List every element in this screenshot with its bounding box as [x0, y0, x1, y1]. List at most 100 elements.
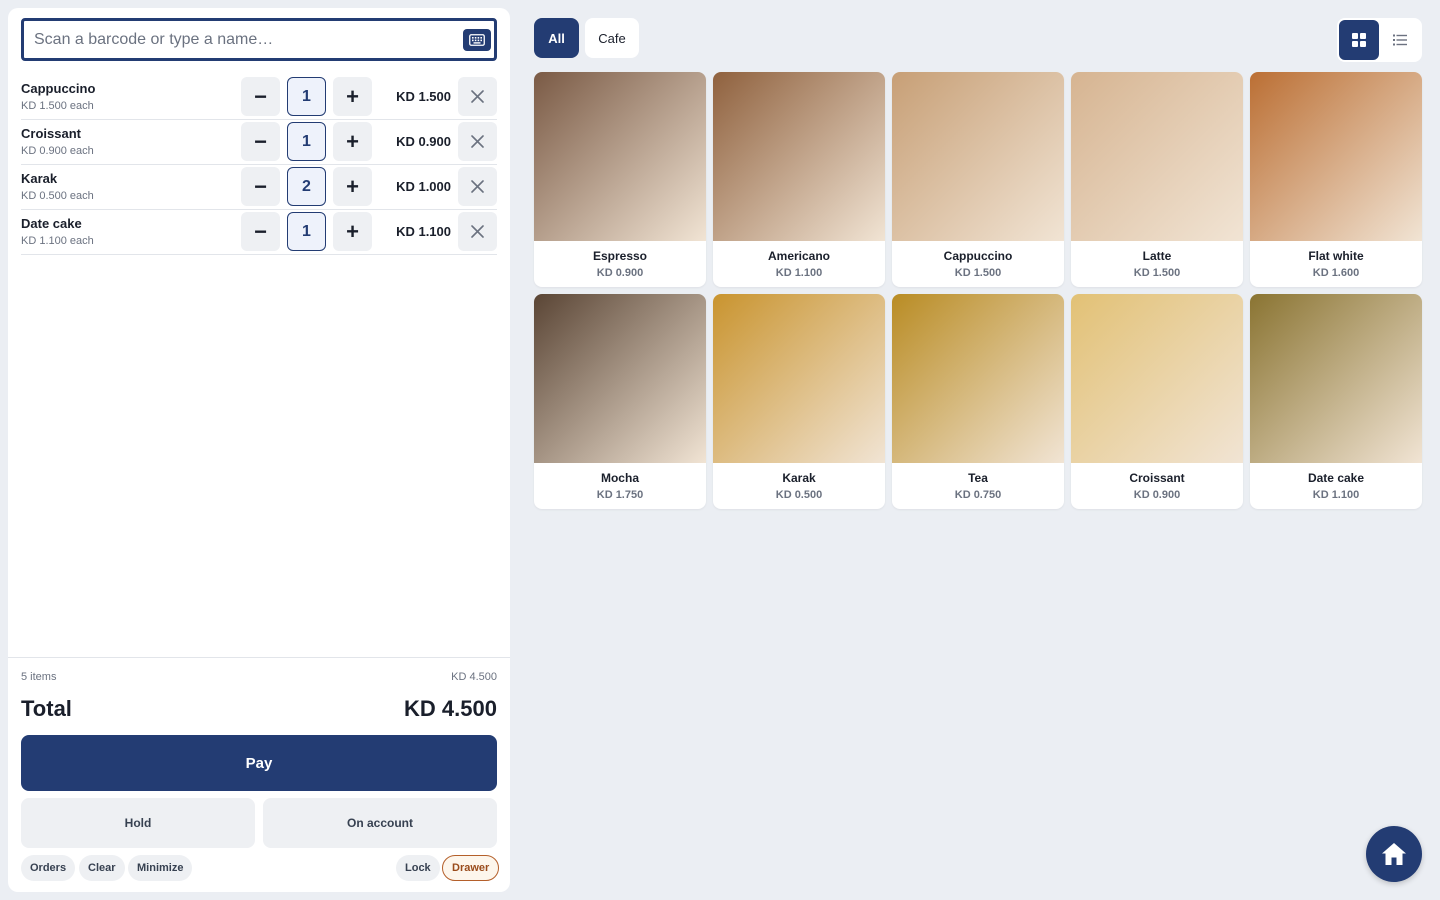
- qty-field[interactable]: 1: [287, 77, 326, 116]
- line-name: Croissant: [21, 126, 81, 141]
- cart-line: Karak KD 0.500 each − 2 + KD 1.000: [21, 165, 497, 210]
- cart-line: Cappuccino KD 1.500 each − 1 + KD 1.500: [21, 75, 497, 120]
- decrease-qty-button[interactable]: −: [241, 122, 280, 161]
- line-name: Cappuccino: [21, 81, 96, 96]
- qty-field[interactable]: 1: [287, 122, 326, 161]
- increase-qty-button[interactable]: +: [333, 77, 372, 116]
- product-name: Flat white: [1308, 249, 1364, 263]
- increase-qty-button[interactable]: +: [333, 167, 372, 206]
- category-tab-cafe[interactable]: Cafe: [585, 18, 639, 58]
- remove-line-button[interactable]: [458, 167, 497, 206]
- decrease-qty-button[interactable]: −: [241, 167, 280, 206]
- product-image: [1071, 72, 1243, 241]
- item-count: 5 items: [21, 671, 57, 683]
- category-tab-all[interactable]: All: [534, 18, 579, 58]
- cart-footer: 5 items KD 4.500 Total KD 4.500 Pay Hold…: [8, 657, 510, 892]
- product-price: KD 1.500: [954, 267, 1002, 279]
- line-total: KD 1.500: [396, 89, 451, 104]
- home-icon: [1382, 843, 1406, 865]
- decrease-qty-button[interactable]: −: [241, 77, 280, 116]
- total-value: KD 4.500: [404, 696, 497, 721]
- product-image: [1250, 294, 1422, 463]
- product-name: Tea: [968, 471, 988, 485]
- product-price: KD 0.750: [954, 489, 1002, 501]
- increase-qty-button[interactable]: +: [333, 122, 372, 161]
- product-image: [1071, 294, 1243, 463]
- close-icon: [471, 180, 484, 193]
- cart-panel: Cappuccino KD 1.500 each − 1 + KD 1.500 …: [8, 8, 510, 892]
- product-name: Cappuccino: [943, 249, 1013, 263]
- line-total: KD 1.100: [396, 224, 451, 239]
- hold-button[interactable]: Hold: [21, 798, 255, 848]
- keyboard-button[interactable]: [463, 29, 491, 51]
- cart-line: Croissant KD 0.900 each − 1 + KD 0.900: [21, 120, 497, 165]
- product-name: Croissant: [1129, 471, 1185, 485]
- line-name: Date cake: [21, 216, 82, 231]
- product-name: Latte: [1142, 249, 1172, 263]
- clear-button[interactable]: Clear: [79, 855, 125, 881]
- remove-line-button[interactable]: [458, 212, 497, 251]
- product-price: KD 1.100: [1312, 489, 1360, 501]
- decrease-qty-button[interactable]: −: [241, 212, 280, 251]
- product-image: [534, 294, 706, 463]
- product-image: [534, 72, 706, 241]
- line-unit-price: KD 0.900 each: [21, 145, 94, 157]
- product-name: Date cake: [1307, 471, 1365, 485]
- product-name: Karak: [782, 471, 816, 485]
- list-view-button[interactable]: [1380, 20, 1420, 60]
- on-account-button[interactable]: On account: [263, 798, 497, 848]
- increase-qty-button[interactable]: +: [333, 212, 372, 251]
- product-tile-date-cake[interactable]: Date cake KD 1.100: [1250, 294, 1422, 509]
- product-image: [713, 72, 885, 241]
- drawer-button[interactable]: Drawer: [442, 855, 500, 881]
- list-icon: [1393, 34, 1407, 46]
- product-price: KD 0.500: [775, 489, 823, 501]
- line-total: KD 1.000: [396, 179, 451, 194]
- minimize-button[interactable]: Minimize: [128, 855, 193, 881]
- product-image: [1250, 72, 1422, 241]
- product-price: KD 1.750: [596, 489, 644, 501]
- orders-button[interactable]: Orders: [21, 855, 76, 881]
- product-grid: Espresso KD 0.900 Americano KD 1.100 Cap…: [534, 72, 1422, 509]
- product-name: Americano: [767, 249, 831, 263]
- grid-icon: [1352, 33, 1366, 47]
- close-icon: [471, 90, 484, 103]
- line-unit-price: KD 0.500 each: [21, 190, 94, 202]
- line-unit-price: KD 1.100 each: [21, 235, 94, 247]
- remove-line-button[interactable]: [458, 77, 497, 116]
- product-price: KD 0.900: [1133, 489, 1181, 501]
- qty-field[interactable]: 2: [287, 167, 326, 206]
- product-tile-mocha[interactable]: Mocha KD 1.750: [534, 294, 706, 509]
- cart-line: Date cake KD 1.100 each − 1 + KD 1.100: [21, 210, 497, 255]
- pay-button[interactable]: Pay: [21, 735, 497, 791]
- keyboard-icon: [469, 34, 485, 46]
- total-label: Total: [21, 696, 72, 721]
- view-toggle: [1337, 18, 1422, 62]
- line-name: Karak: [21, 171, 58, 186]
- product-tile-karak[interactable]: Karak KD 0.500: [713, 294, 885, 509]
- close-icon: [471, 225, 484, 238]
- home-button[interactable]: [1366, 826, 1422, 882]
- lock-button[interactable]: Lock: [396, 855, 440, 881]
- product-tile-flat-white[interactable]: Flat white KD 1.600: [1250, 72, 1422, 287]
- product-tile-espresso[interactable]: Espresso KD 0.900: [534, 72, 706, 287]
- cart-lines: Cappuccino KD 1.500 each − 1 + KD 1.500 …: [21, 75, 497, 255]
- search-box: [21, 18, 497, 61]
- product-price: KD 1.500: [1133, 267, 1181, 279]
- qty-field[interactable]: 1: [287, 212, 326, 251]
- subtotal: KD 4.500: [451, 671, 497, 683]
- grid-view-button[interactable]: [1339, 20, 1379, 60]
- product-tile-americano[interactable]: Americano KD 1.100: [713, 72, 885, 287]
- product-tile-croissant[interactable]: Croissant KD 0.900: [1071, 294, 1243, 509]
- product-image: [892, 72, 1064, 241]
- line-total: KD 0.900: [396, 134, 451, 149]
- remove-line-button[interactable]: [458, 122, 497, 161]
- close-icon: [471, 135, 484, 148]
- product-price: KD 1.100: [775, 267, 823, 279]
- product-tile-latte[interactable]: Latte KD 1.500: [1071, 72, 1243, 287]
- search-input[interactable]: [34, 30, 454, 49]
- product-tile-cappuccino[interactable]: Cappuccino KD 1.500: [892, 72, 1064, 287]
- product-image: [892, 294, 1064, 463]
- product-tile-tea[interactable]: Tea KD 0.750: [892, 294, 1064, 509]
- line-unit-price: KD 1.500 each: [21, 100, 94, 112]
